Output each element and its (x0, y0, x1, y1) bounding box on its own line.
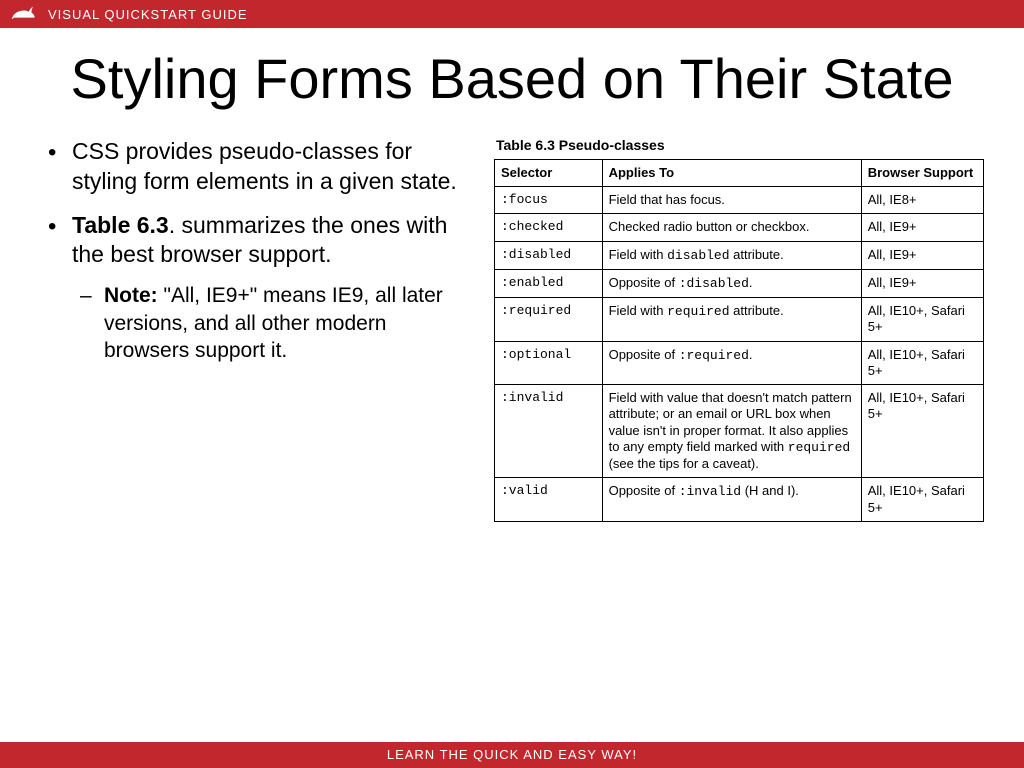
bullet-list: CSS provides pseudo-classes for styling … (40, 137, 470, 378)
support-cell: All, IE9+ (861, 241, 983, 269)
bullet-item: CSS provides pseudo-classes for styling … (66, 137, 470, 197)
support-cell: All, IE10+, Safari 5+ (861, 298, 983, 342)
table-row: :focus Field that has focus. All, IE8+ (495, 187, 984, 214)
support-cell: All, IE10+, Safari 5+ (861, 341, 983, 385)
pseudo-classes-table: Selector Applies To Browser Support :foc… (494, 159, 984, 522)
applies-cell: Opposite of :required. (602, 341, 861, 385)
slide-title: Styling Forms Based on Their State (40, 50, 984, 109)
support-cell: All, IE9+ (861, 214, 983, 241)
top-bar: VISUAL QUICKSTART GUIDE (0, 0, 1024, 28)
support-cell: All, IE8+ (861, 187, 983, 214)
table-header: Applies To (602, 159, 861, 186)
selector-cell: :disabled (495, 241, 603, 269)
support-cell: All, IE10+, Safari 5+ (861, 385, 983, 478)
applies-cell: Opposite of :disabled. (602, 269, 861, 297)
table-row: :valid Opposite of :invalid (H and I). A… (495, 478, 984, 522)
top-bar-text: VISUAL QUICKSTART GUIDE (48, 7, 248, 22)
selector-cell: :invalid (495, 385, 603, 478)
applies-cell: Opposite of :invalid (H and I). (602, 478, 861, 522)
selector-cell: :optional (495, 341, 603, 385)
table-header: Browser Support (861, 159, 983, 186)
table-row: :checked Checked radio button or checkbo… (495, 214, 984, 241)
applies-cell: Field that has focus. (602, 187, 861, 214)
slide-content: Styling Forms Based on Their State CSS p… (0, 50, 1024, 522)
support-cell: All, IE9+ (861, 269, 983, 297)
bullet-text: CSS provides pseudo-classes for styling … (72, 138, 457, 194)
table-row: :invalid Field with value that doesn't m… (495, 385, 984, 478)
sub-bullet-item: Note: "All, IE9+" means IE9, all later v… (100, 282, 470, 364)
selector-cell: :checked (495, 214, 603, 241)
selector-cell: :required (495, 298, 603, 342)
applies-cell: Field with value that doesn't match patt… (602, 385, 861, 478)
applies-cell: Checked radio button or checkbox. (602, 214, 861, 241)
table-row: :enabled Opposite of :disabled. All, IE9… (495, 269, 984, 297)
table-header: Selector (495, 159, 603, 186)
selector-cell: :enabled (495, 269, 603, 297)
selector-cell: :valid (495, 478, 603, 522)
table-row: :disabled Field with disabled attribute.… (495, 241, 984, 269)
applies-cell: Field with disabled attribute. (602, 241, 861, 269)
table-row: :required Field with required attribute.… (495, 298, 984, 342)
selector-cell: :focus (495, 187, 603, 214)
table-caption: Table 6.3 Pseudo-classes (496, 137, 984, 153)
bullet-item: Table 6.3. summarizes the ones with the … (66, 211, 470, 365)
table-header-row: Selector Applies To Browser Support (495, 159, 984, 186)
rabbit-icon (10, 4, 36, 24)
bullet-text-bold: Note: (104, 284, 158, 307)
bottom-bar-text: LEARN THE QUICK AND EASY WAY! (387, 747, 637, 762)
bullet-text-bold: Table 6.3 (72, 212, 169, 238)
table-row: :optional Opposite of :required. All, IE… (495, 341, 984, 385)
table-container: Table 6.3 Pseudo-classes Selector Applie… (494, 137, 984, 522)
applies-cell: Field with required attribute. (602, 298, 861, 342)
support-cell: All, IE10+, Safari 5+ (861, 478, 983, 522)
bottom-bar: LEARN THE QUICK AND EASY WAY! (0, 742, 1024, 768)
